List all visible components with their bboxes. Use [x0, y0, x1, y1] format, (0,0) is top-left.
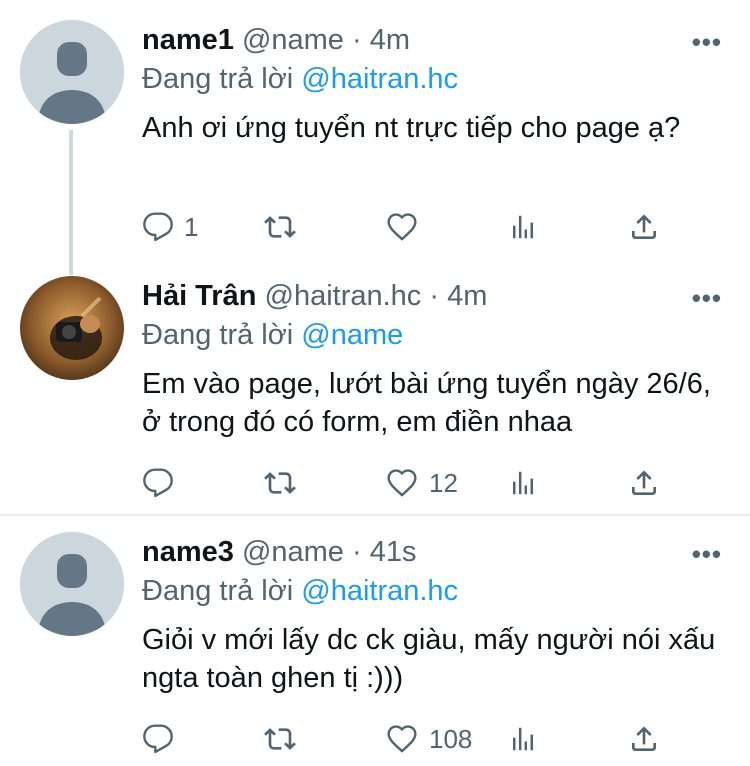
- share-button[interactable]: [628, 207, 660, 247]
- tweet-divider: [0, 514, 750, 516]
- timestamp[interactable]: 4m: [370, 24, 410, 56]
- share-icon: [632, 214, 656, 239]
- tweet-actions: 12: [140, 463, 700, 503]
- tweet-3[interactable]: name3 @name · 41s ••• Đang trả lời @hait…: [0, 532, 750, 766]
- reply-button[interactable]: [142, 463, 174, 503]
- like-count: 108: [429, 723, 473, 754]
- share-icon: [632, 726, 656, 751]
- separator: ·: [352, 536, 362, 568]
- retweet-icon: [264, 216, 296, 238]
- tweet-header: Hải Trân @haitran.hc · 4m: [142, 276, 487, 316]
- tweet-text: Anh ơi ứng tuyển nt trực tiếp cho page ạ…: [142, 112, 681, 144]
- reply-icon: [143, 724, 173, 754]
- replying-to: Đang trả lời @haitran.hc: [142, 60, 458, 98]
- replying-to-label: Đang trả lời: [142, 575, 294, 607]
- reply-button[interactable]: 1: [142, 207, 198, 247]
- more-icon[interactable]: •••: [692, 29, 722, 55]
- reply-icon: [143, 468, 173, 498]
- like-button[interactable]: 12: [385, 463, 458, 503]
- share-button[interactable]: [628, 719, 660, 759]
- user-avatar-photo: [20, 276, 124, 380]
- tweet-header: name3 @name · 41s: [142, 532, 417, 572]
- timestamp[interactable]: 4m: [447, 280, 487, 312]
- mention-link[interactable]: @haitran.hc: [301, 575, 458, 607]
- display-name[interactable]: Hải Trân: [142, 280, 256, 312]
- display-name[interactable]: name1: [142, 24, 234, 56]
- tweet-text: Em vào page, lướt bài ứng tuyển ngày 26/…: [142, 368, 711, 438]
- like-button[interactable]: 108: [385, 719, 472, 759]
- reply-button[interactable]: [142, 719, 174, 759]
- views-icon: [513, 471, 533, 495]
- display-name[interactable]: name3: [142, 536, 234, 568]
- tweet-2[interactable]: Hải Trân @haitran.hc · 4m ••• Đang trả l…: [0, 276, 750, 516]
- handle[interactable]: @name: [242, 24, 344, 56]
- separator: ·: [429, 280, 440, 312]
- replying-to: Đang trả lời @name: [142, 316, 403, 354]
- share-button[interactable]: [628, 463, 660, 503]
- retweet-icon: [264, 472, 296, 494]
- views-icon: [513, 215, 533, 239]
- retweet-button[interactable]: [262, 207, 298, 247]
- separator: ·: [352, 24, 362, 56]
- replying-to-label: Đang trả lời: [142, 319, 294, 351]
- tweet-text: Giỏi v mới lấy dc ck giàu, mấy người nói…: [142, 624, 716, 694]
- views-button[interactable]: [508, 463, 538, 503]
- views-button[interactable]: [508, 719, 538, 759]
- tweet-actions: 1: [140, 207, 700, 247]
- mention-link[interactable]: @name: [301, 319, 403, 351]
- user-avatar[interactable]: [20, 276, 124, 380]
- timestamp[interactable]: 41s: [370, 536, 417, 568]
- more-icon[interactable]: •••: [692, 541, 722, 567]
- more-icon[interactable]: •••: [692, 285, 722, 311]
- views-icon: [513, 727, 533, 751]
- share-icon: [632, 470, 656, 495]
- default-avatar-icon: [20, 532, 124, 636]
- retweet-button[interactable]: [262, 719, 298, 759]
- reply-icon: [143, 212, 173, 242]
- like-count: 12: [429, 467, 458, 498]
- heart-icon: [387, 469, 417, 497]
- handle[interactable]: @name: [242, 536, 344, 568]
- heart-icon: [387, 213, 417, 241]
- tweet-1[interactable]: name1 @name · 4m ••• Đang trả lời @haitr…: [0, 20, 750, 275]
- tweet-header: name1 @name · 4m: [142, 20, 410, 60]
- retweet-icon: [264, 728, 296, 750]
- default-avatar-icon: [20, 20, 124, 124]
- handle[interactable]: @haitran.hc: [265, 280, 422, 312]
- replying-to: Đang trả lời @haitran.hc: [142, 572, 458, 610]
- tweet-actions: 108: [140, 719, 700, 759]
- retweet-button[interactable]: [262, 463, 298, 503]
- replying-to-label: Đang trả lời: [142, 63, 294, 95]
- views-button[interactable]: [508, 207, 538, 247]
- thread-line: [69, 130, 73, 275]
- like-button[interactable]: [385, 207, 419, 247]
- default-avatar[interactable]: [20, 20, 124, 124]
- default-avatar[interactable]: [20, 532, 124, 636]
- mention-link[interactable]: @haitran.hc: [301, 63, 458, 95]
- heart-icon: [387, 725, 417, 753]
- reply-count: 1: [184, 211, 199, 242]
